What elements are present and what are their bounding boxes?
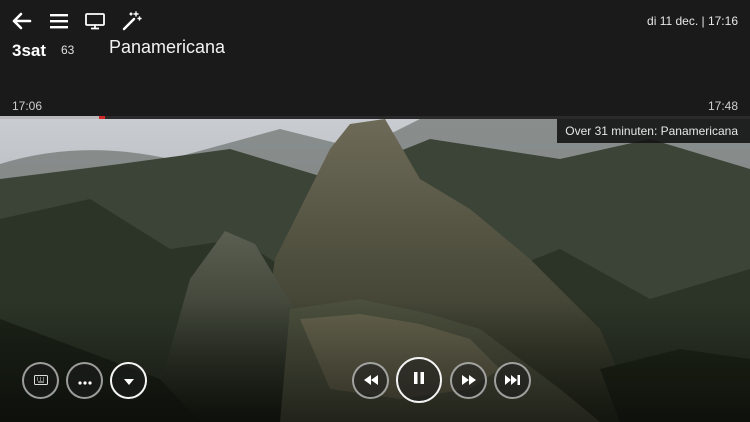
pause-icon xyxy=(414,371,424,389)
info-panel: di 11 dec. | 17:16 3sat 63 Panamericana … xyxy=(0,0,750,119)
more-icon xyxy=(77,372,92,390)
end-time: 17:48 xyxy=(707,99,738,113)
tv-icon[interactable] xyxy=(84,10,106,32)
dropdown-icon xyxy=(123,372,134,390)
program-title: Panamericana xyxy=(109,37,226,57)
rewind-button[interactable] xyxy=(352,362,389,399)
rewind-icon xyxy=(363,372,378,390)
fast-forward-icon xyxy=(461,372,476,390)
dropdown-button[interactable] xyxy=(110,362,147,399)
magic-wand-icon[interactable] xyxy=(121,10,143,32)
date-time: di 11 dec. | 17:16 xyxy=(647,14,738,28)
pause-button[interactable] xyxy=(396,357,442,403)
menu-icon[interactable] xyxy=(48,10,70,32)
skip-to-live-button[interactable] xyxy=(494,362,531,399)
more-options-button[interactable] xyxy=(66,362,103,399)
skip-icon xyxy=(504,372,521,390)
channel-number: 63 xyxy=(61,43,75,57)
keyboard-button[interactable] xyxy=(22,362,59,399)
start-time: 17:06 xyxy=(12,99,43,113)
up-next-banner: Over 31 minuten: Panamericana xyxy=(557,119,750,143)
keyboard-icon xyxy=(33,372,48,390)
channel-logo-text: 3sat xyxy=(12,41,46,60)
back-arrow-icon[interactable] xyxy=(11,10,33,32)
fast-forward-button[interactable] xyxy=(450,362,487,399)
channel-logo: 3sat xyxy=(12,40,56,60)
